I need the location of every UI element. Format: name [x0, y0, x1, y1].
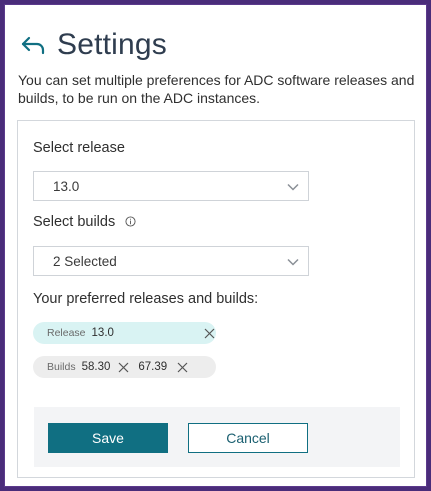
builds-chip: Builds 58.30 67.39	[33, 356, 216, 378]
release-select[interactable]: 13.0	[33, 171, 309, 201]
preferred-label: Your preferred releases and builds:	[33, 291, 259, 307]
header: Settings	[19, 25, 167, 65]
chevron-down-icon	[287, 258, 299, 266]
release-chip: Release 13.0	[33, 322, 216, 344]
release-select-value: 13.0	[53, 178, 80, 194]
remove-build-2-icon[interactable]	[175, 360, 189, 374]
page-title: Settings	[57, 28, 167, 61]
arrow-back-icon[interactable]	[19, 31, 47, 59]
preferences-form: Select release 13.0 Select builds 2 Sele…	[17, 120, 415, 478]
page-description: You can set multiple preferences for ADC…	[18, 72, 415, 106]
builds-label-text: Select builds	[33, 214, 116, 230]
remove-release-icon[interactable]	[204, 326, 216, 340]
cancel-button[interactable]: Cancel	[188, 423, 308, 453]
info-icon[interactable]	[125, 216, 136, 227]
chevron-down-icon	[287, 183, 299, 191]
save-button[interactable]: Save	[48, 423, 168, 453]
release-chip-key: Release	[47, 327, 86, 339]
builds-select-value: 2 Selected	[53, 253, 117, 269]
build-value-1: 58.30	[81, 361, 111, 373]
form-footer: Save Cancel	[34, 407, 400, 467]
builds-select[interactable]: 2 Selected	[33, 246, 309, 276]
build-value-2: 67.39	[138, 361, 168, 373]
builds-label: Select builds	[33, 214, 136, 230]
remove-build-1-icon[interactable]	[116, 360, 130, 374]
settings-panel: Settings You can set multiple preference…	[4, 4, 427, 487]
release-chip-value: 13.0	[91, 327, 114, 339]
builds-chip-key: Builds	[47, 361, 76, 373]
release-label: Select release	[33, 140, 125, 156]
